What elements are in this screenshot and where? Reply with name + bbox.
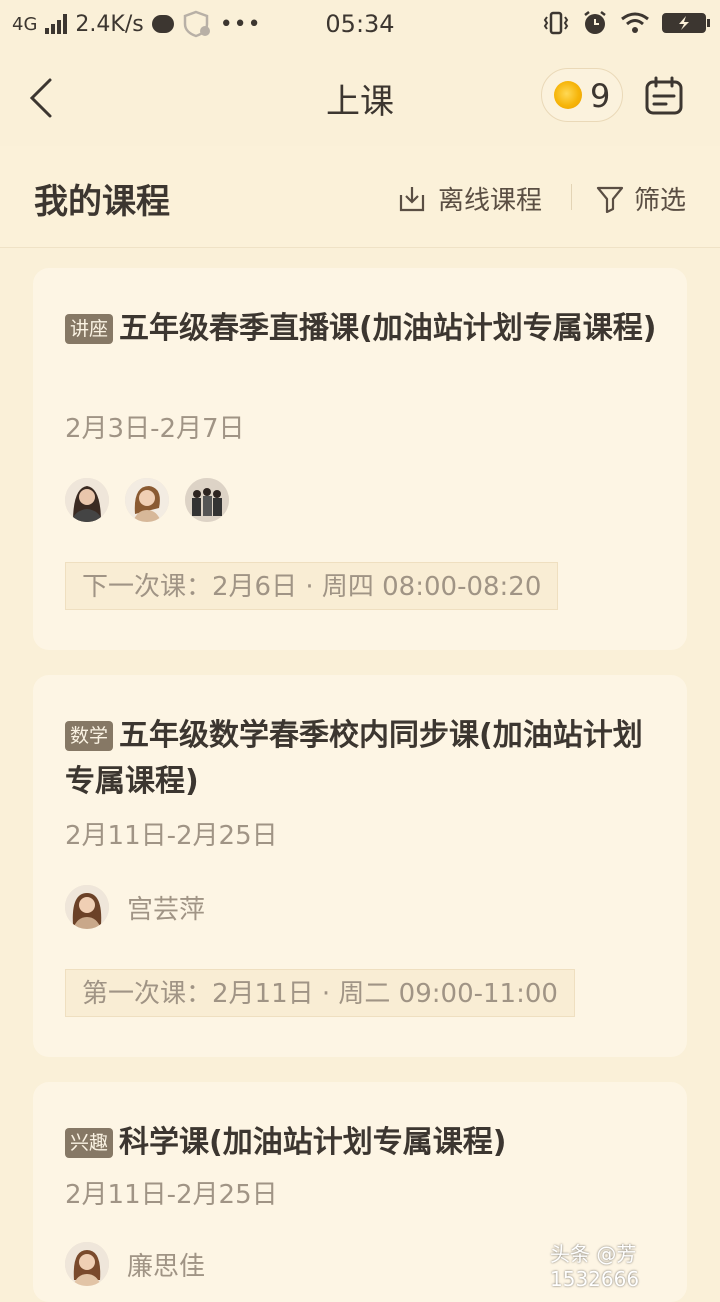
avatar: [185, 478, 229, 522]
course-title-text: 五年级春季直播课(加油站计划专属课程): [119, 311, 657, 346]
filter-icon: [596, 186, 624, 213]
avatar: [125, 478, 169, 522]
coin-icon: [554, 81, 582, 109]
course-tag: 讲座: [65, 314, 114, 344]
battery-icon: [662, 13, 710, 33]
course-dates: 2月3日-2月7日: [65, 414, 245, 444]
section-title: 我的课程: [34, 182, 170, 222]
course-dates: 2月11日-2月25日: [65, 821, 278, 851]
avatar: [65, 885, 109, 929]
section-header: 我的课程 离线课程 筛选: [0, 146, 720, 248]
course-title: 讲座 五年级春季直播课(加油站计划专属课程): [65, 306, 663, 352]
teacher-avatars: 廉思佳: [65, 1242, 205, 1286]
course-tag: 兴趣: [65, 1128, 114, 1158]
download-icon: [399, 186, 425, 211]
top-nav: 上课 9: [0, 50, 720, 146]
watermark: 头条 @芳1532666: [550, 1242, 640, 1291]
avatar: [65, 1242, 109, 1286]
offline-courses-label: 离线课程: [438, 186, 543, 216]
coin-count: 9: [590, 77, 611, 115]
next-lesson-info: 第一次课：2月11日 · 周二 09:00-11:00: [65, 969, 575, 1017]
course-title-text: 科学课(加油站计划专属课程): [119, 1125, 507, 1160]
header-divider: [571, 184, 572, 210]
course-tag: 数学: [65, 721, 114, 751]
teacher-avatars: 宫芸萍: [65, 885, 205, 929]
filter-button[interactable]: 筛选: [596, 180, 686, 217]
coin-balance-button[interactable]: 9: [541, 68, 623, 122]
status-bar: 4G 2.4K/s ••• 05:34: [0, 0, 720, 50]
course-card[interactable]: 讲座 五年级春季直播课(加油站计划专属课程) 2月3日-2月7日 下一次课：2月6…: [33, 268, 687, 650]
vibrate-icon: [543, 11, 569, 35]
course-dates: 2月11日-2月25日: [65, 1180, 278, 1210]
avatar: [65, 478, 109, 522]
filter-label: 筛选: [634, 186, 687, 216]
teacher-name: 宫芸萍: [127, 894, 206, 925]
teacher-name: 廉思佳: [127, 1251, 206, 1282]
course-card[interactable]: 数学 五年级数学春季校内同步课(加油站计划专属课程) 2月11日-2月25日 宫芸…: [33, 675, 687, 1057]
teacher-avatars: [65, 478, 245, 522]
alarm-icon: [584, 11, 606, 34]
course-title-text: 五年级数学春季校内同步课(加油站计划专属课程): [65, 718, 643, 799]
calendar-icon[interactable]: [644, 76, 684, 116]
back-icon[interactable]: [22, 74, 62, 122]
offline-courses-button[interactable]: 离线课程: [398, 180, 542, 217]
next-lesson-info: 下一次课：2月6日 · 周四 08:00-08:20: [65, 562, 559, 610]
course-title: 兴趣 科学课(加油站计划专属课程): [65, 1120, 663, 1166]
course-title: 数学 五年级数学春季校内同步课(加油站计划专属课程): [65, 713, 663, 805]
wifi-icon: [621, 12, 649, 33]
